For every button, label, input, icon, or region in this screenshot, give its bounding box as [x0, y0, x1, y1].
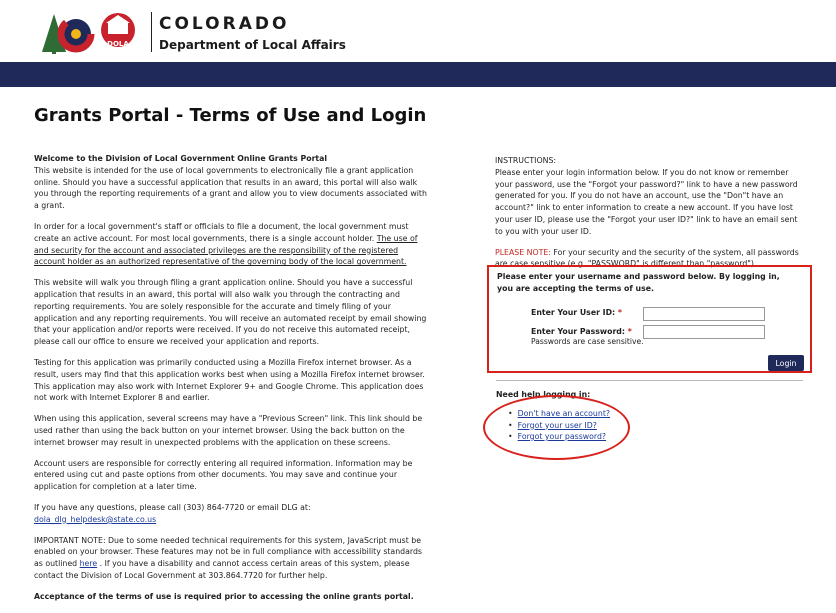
welcome-paragraph: Welcome to the Division of Local Governm… [34, 153, 427, 212]
header-divider [151, 12, 152, 52]
login-message: Please enter your username and password … [497, 272, 780, 293]
instructions-heading: INSTRUCTIONS: [495, 156, 557, 165]
welcome-body: This website is intended for the use of … [34, 165, 427, 211]
please-note-label: PLEASE NOTE: [495, 247, 551, 257]
questions-paragraph: If you have any questions, please call (… [34, 502, 427, 526]
helpdesk-email-link[interactable]: dola_dlg_helpdesk@state.co.us [34, 515, 156, 524]
help-highlight-oval [483, 395, 630, 460]
state-name: COLORADO [159, 14, 290, 34]
password-label-text: Enter Your Password: [531, 327, 626, 336]
accessibility-here-link[interactable]: here [80, 559, 98, 568]
logo-text: DOLA [107, 40, 129, 48]
login-form: Please enter your username and password … [487, 265, 812, 373]
required-marker: * [617, 308, 622, 317]
instructions-body: Please enter your login information belo… [495, 167, 798, 236]
welcome-heading: Welcome to the Division of Local Governm… [34, 154, 328, 163]
questions-text: If you have any questions, please call (… [34, 502, 311, 512]
important-note-paragraph: IMPORTANT NOTE: Due to some needed techn… [34, 535, 427, 582]
user-id-input[interactable] [643, 307, 765, 321]
site-header: DOLA COLORADO Department of Local Affair… [0, 0, 836, 62]
password-label: Enter Your Password: * [531, 327, 632, 336]
instructions-paragraph: INSTRUCTIONS: Please enter your login in… [495, 155, 800, 238]
previous-screen-paragraph: When using this application, several scr… [34, 414, 423, 447]
colorado-dola-logo[interactable]: DOLA [40, 8, 150, 56]
terms-of-use-column: Welcome to the Division of Local Governm… [34, 153, 427, 612]
testing-paragraph: Testing for this application was primari… [34, 357, 425, 403]
user-id-label: Enter Your User ID: * [531, 308, 622, 317]
help-divider [496, 380, 803, 381]
instructions-column: INSTRUCTIONS: Please enter your login in… [495, 155, 800, 279]
page-title: Grants Portal - Terms of Use and Login [34, 105, 427, 126]
login-button[interactable]: Login [768, 355, 804, 371]
required-marker: * [627, 327, 632, 336]
user-id-label-text: Enter Your User ID: [531, 308, 616, 317]
account-text: In order for a local government's staff … [34, 221, 409, 243]
password-input[interactable] [643, 325, 765, 339]
password-hint: Passwords are case sensitive. [531, 337, 644, 346]
responsibility-paragraph: Account users are responsible for correc… [34, 458, 413, 492]
navigation-bar [0, 62, 836, 87]
department-name: Department of Local Affairs [159, 38, 346, 52]
acceptance-notice: Acceptance of the terms of use is requir… [34, 591, 414, 601]
walkthrough-paragraph: This website will walk you through filin… [34, 278, 427, 347]
account-paragraph: In order for a local government's staff … [34, 221, 427, 268]
